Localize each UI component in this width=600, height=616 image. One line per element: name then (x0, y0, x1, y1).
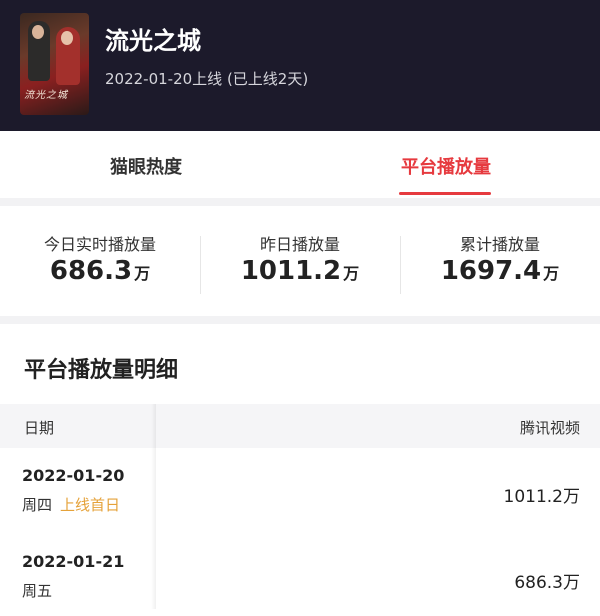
column-header-date: 日期 (24, 419, 55, 437)
release-info: 2022-01-20上线 (已上线2天) (105, 70, 309, 88)
row-views-value: 686.3万 (514, 573, 580, 593)
column-header-tencent-video: 腾讯视频 (519, 419, 580, 437)
launch-day-badge: 上线首日 (60, 496, 121, 514)
poster-title-art: 流光之城 (24, 90, 68, 101)
platform-views-detail: 平台播放量明细 日期 腾讯视频 2022-01-20 周四 上线首日 1011.2… (0, 324, 600, 616)
show-poster[interactable]: 流光之城 (20, 13, 89, 115)
tab-maoyan-heat[interactable]: 猫眼热度 (110, 153, 182, 179)
stat-yesterday: 昨日播放量 1011.2 万 (200, 206, 400, 316)
poster-face-male (32, 25, 44, 39)
stat-value: 1011.2 万 (240, 256, 360, 286)
poster-face-female (61, 31, 73, 45)
active-tab-indicator (399, 192, 491, 195)
tab-platform-views[interactable]: 平台播放量 (401, 153, 491, 179)
stat-label: 累计播放量 (459, 235, 540, 254)
row-weekday: 周五 (22, 582, 53, 600)
row-date: 2022-01-21 (22, 552, 125, 571)
stat-today-realtime: 今日实时播放量 686.3 万 (0, 206, 200, 316)
show-header: 流光之城 流光之城 2022-01-20上线 (已上线2天) (0, 0, 600, 131)
row-views-value: 1011.2万 (503, 487, 580, 507)
stat-label: 昨日播放量 (259, 235, 340, 254)
table-header: 日期 腾讯视频 (0, 404, 600, 448)
table-row: 2022-01-20 周四 上线首日 1011.2万 (0, 450, 600, 530)
tab-bar: 猫眼热度 平台播放量 (0, 131, 600, 198)
show-title: 流光之城 (105, 27, 201, 55)
table-row: 2022-01-21 周五 686.3万 (0, 536, 600, 616)
stat-value: 1697.4 万 (440, 256, 560, 286)
view-stats-panel: 今日实时播放量 686.3 万 昨日播放量 1011.2 万 累计播放量 1697.… (0, 206, 600, 316)
row-date: 2022-01-20 (22, 466, 125, 485)
stat-value: 686.3 万 (49, 256, 151, 286)
row-weekday: 周四 上线首日 (22, 496, 121, 514)
stat-cumulative: 累计播放量 1697.4 万 (400, 206, 600, 316)
stat-label: 今日实时播放量 (43, 235, 156, 254)
detail-title: 平台播放量明细 (24, 358, 179, 383)
